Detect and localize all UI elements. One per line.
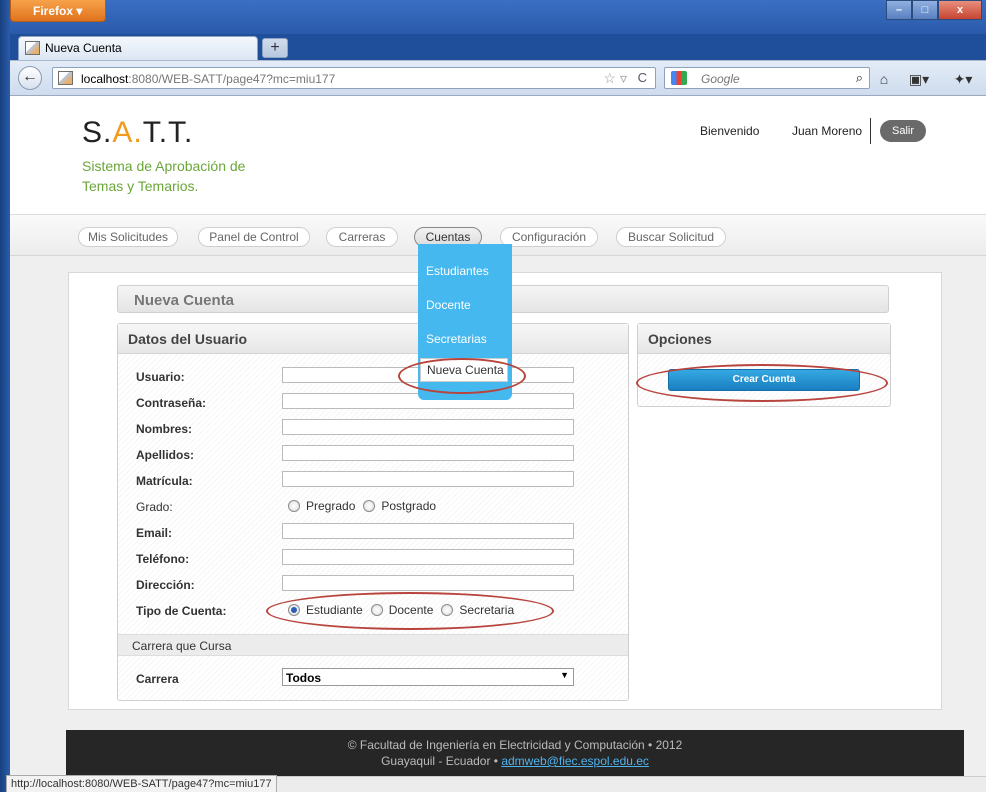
telefono-label: Teléfono:: [136, 552, 190, 566]
grado-radio-group: Pregrado Postgrado: [288, 499, 444, 513]
logout-button[interactable]: Salir: [880, 120, 926, 142]
docente-radio[interactable]: [370, 604, 383, 616]
telefono-input[interactable]: [282, 549, 574, 565]
email-input[interactable]: [282, 523, 574, 539]
opciones-title: Opciones: [638, 324, 890, 354]
web-page: S.A.T.T. Sistema de Aprobación de Temas …: [10, 96, 986, 776]
direccion-label: Dirección:: [136, 578, 195, 592]
nombres-input[interactable]: [282, 419, 574, 435]
header-divider: [870, 118, 871, 144]
contrasena-label: Contraseña:: [136, 396, 207, 410]
browser-titlebar: Firefox ▾ – □ x: [10, 0, 986, 34]
browser-statusbar: http://localhost:8080/WEB-SATT/page47?mc…: [6, 775, 986, 792]
url-bar[interactable]: localhost:8080/WEB-SATT/page47?mc=miu177…: [52, 67, 656, 89]
tab-title: Nueva Cuenta: [45, 41, 122, 55]
site-favicon-icon: [58, 71, 73, 85]
matricula-row: Matrícula:: [136, 470, 616, 494]
usuario-row: Usuario:: [136, 366, 616, 390]
reload-icon[interactable]: C: [638, 70, 647, 85]
tipo-cuenta-row: Tipo de Cuenta: Estudiante Docente Secre…: [136, 600, 616, 624]
close-button[interactable]: x: [938, 0, 982, 20]
nombres-row: Nombres:: [136, 418, 616, 442]
secretaria-label: Secretaria: [459, 603, 515, 617]
pregrado-radio[interactable]: [288, 500, 300, 512]
site-footer: © Facultad de Ingeniería en Electricidad…: [66, 730, 964, 776]
direccion-input[interactable]: [282, 575, 574, 591]
browser-navbar: ← localhost:8080/WEB-SATT/page47?mc=miu1…: [10, 60, 986, 96]
grado-row: Grado: Pregrado Postgrado: [136, 496, 616, 520]
page-favicon-icon: [25, 41, 40, 55]
apellidos-row: Apellidos:: [136, 444, 616, 468]
estudiante-radio[interactable]: [288, 604, 300, 616]
status-url: http://localhost:8080/WEB-SATT/page47?mc…: [6, 775, 277, 792]
new-tab-button[interactable]: +: [262, 38, 288, 58]
back-arrow-icon[interactable]: ←: [18, 66, 42, 90]
site-logo[interactable]: S.A.T.T.: [82, 116, 193, 150]
footer-copyright: © Facultad de Ingeniería en Electricidad…: [347, 738, 683, 752]
window-controls: – □ x: [886, 0, 982, 20]
tipo-cuenta-radio-group: Estudiante Docente Secretaria: [288, 603, 522, 617]
email-label: Email:: [136, 526, 173, 540]
site-tagline: Sistema de Aprobación de Temas y Temario…: [82, 158, 246, 194]
datos-usuario-title: Datos del Usuario: [118, 324, 628, 354]
nombres-label: Nombres:: [136, 422, 193, 436]
telefono-row: Teléfono:: [136, 548, 616, 572]
bookmark-star-icon[interactable]: ☆ ▿: [604, 70, 627, 87]
apellidos-label: Apellidos:: [136, 448, 195, 462]
matricula-input[interactable]: [282, 471, 574, 487]
menu-item-mis-solicitudes[interactable]: Mis Solicitudes: [78, 227, 178, 247]
search-icon[interactable]: ⌕: [856, 70, 863, 86]
dropdown-item-secretarias[interactable]: Secretarias: [426, 332, 487, 346]
welcome-text: Bienvenido: [700, 124, 760, 138]
crear-cuenta-button[interactable]: Crear Cuenta: [668, 369, 860, 391]
bookmarks-menu-icon[interactable]: ▣▾: [902, 68, 936, 90]
user-name: Juan Moreno: [792, 124, 863, 138]
secretaria-radio[interactable]: [441, 604, 454, 616]
direccion-row: Dirección:: [136, 574, 616, 598]
postgrado-radio[interactable]: [363, 500, 376, 512]
opciones-panel: Opciones Crear Cuenta: [637, 323, 891, 407]
tipo-cuenta-label: Tipo de Cuenta:: [136, 604, 227, 618]
docente-label: Docente: [388, 603, 434, 617]
maximize-button[interactable]: □: [912, 0, 938, 20]
site-header: S.A.T.T. Sistema de Aprobación de Temas …: [10, 96, 986, 214]
carrera-section-title: Carrera que Cursa: [118, 634, 628, 656]
estudiante-label: Estudiante: [306, 603, 363, 617]
menu-item-configuracion[interactable]: Configuración: [500, 227, 598, 247]
usuario-label: Usuario:: [136, 370, 185, 384]
carrera-row: Carrera Todos ▼: [136, 668, 616, 692]
home-icon[interactable]: ⌂: [872, 68, 896, 90]
footer-email-link[interactable]: admweb@fiec.espol.edu.ec: [501, 754, 649, 768]
menu-item-panel-de-control[interactable]: Panel de Control: [198, 227, 310, 247]
menu-item-buscar-solicitud[interactable]: Buscar Solicitud: [616, 227, 726, 247]
matricula-label: Matrícula:: [136, 474, 193, 488]
menu-item-carreras[interactable]: Carreras: [326, 227, 398, 247]
window-left-edge: [0, 0, 10, 792]
carrera-label: Carrera: [136, 672, 179, 686]
addon-icon[interactable]: ✦▾: [944, 68, 982, 90]
search-bar[interactable]: Google ⌕: [664, 67, 870, 89]
carrera-selected-value: Todos: [286, 671, 322, 685]
dropdown-item-nueva-cuenta[interactable]: Nueva Cuenta: [420, 358, 508, 382]
url-text: localhost:8080/WEB-SATT/page47?mc=miu177: [81, 72, 336, 86]
carrera-select[interactable]: Todos ▼: [282, 668, 574, 686]
search-placeholder: Google: [701, 72, 740, 86]
grado-label: Grado:: [136, 500, 173, 514]
dropdown-item-estudiantes[interactable]: Estudiantes: [426, 264, 489, 278]
contrasena-row: Contraseña:: [136, 392, 616, 416]
pregrado-label: Pregrado: [306, 499, 356, 513]
apellidos-input[interactable]: [282, 445, 574, 461]
google-engine-icon[interactable]: [671, 71, 687, 85]
cuentas-dropdown: Estudiantes Docente Secretarias Nueva Cu…: [418, 244, 512, 400]
dropdown-item-docente[interactable]: Docente: [426, 298, 471, 312]
chevron-down-icon: ▼: [560, 670, 569, 680]
firefox-menu-button[interactable]: Firefox ▾: [10, 0, 106, 22]
minimize-button[interactable]: –: [886, 0, 912, 20]
datos-usuario-panel: Datos del Usuario Usuario: Contraseña: N…: [117, 323, 629, 701]
footer-location: Guayaquil - Ecuador • admweb@fiec.espol.…: [381, 754, 649, 768]
email-row: Email:: [136, 522, 616, 546]
browser-tab-active[interactable]: Nueva Cuenta: [18, 36, 258, 60]
postgrado-label: Postgrado: [381, 499, 437, 513]
